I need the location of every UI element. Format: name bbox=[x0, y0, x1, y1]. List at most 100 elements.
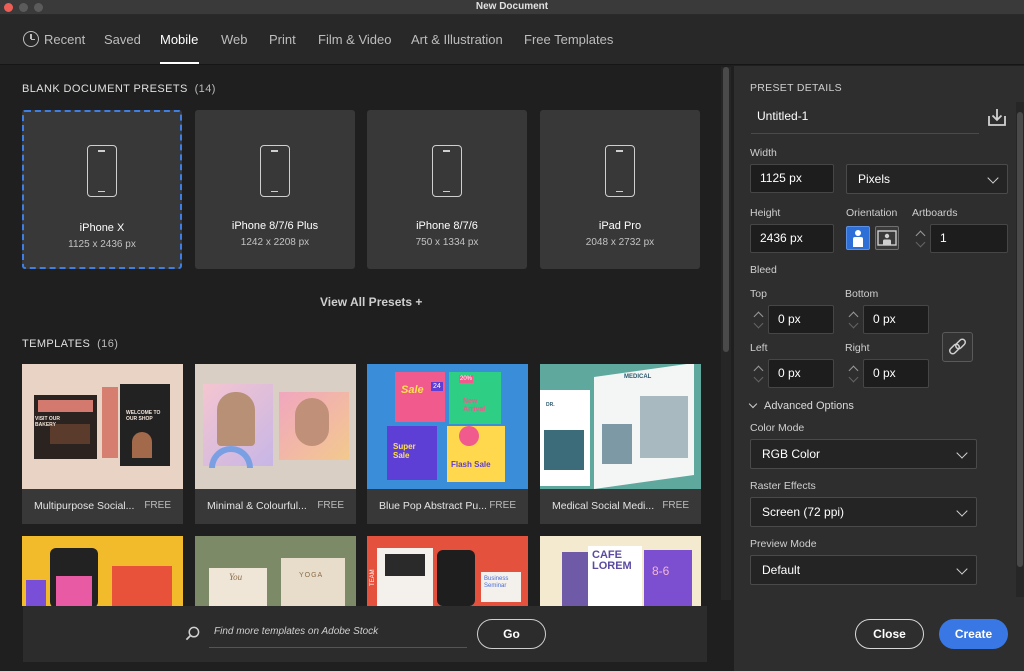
template-card-medical-social-media[interactable]: DR. MEDICAL Medical Social Medi... FREE bbox=[540, 364, 701, 524]
width-label: Width bbox=[750, 147, 777, 159]
stepper-arrows-icon[interactable] bbox=[845, 359, 863, 388]
preset-details-panel: PRESET DETAILS Untitled-1 Width 1125 px … bbox=[734, 66, 1024, 671]
thumb-text: YOGA bbox=[299, 572, 324, 579]
bleed-left-field[interactable]: 0 px bbox=[768, 359, 834, 388]
template-card-minimal-colourful[interactable]: Minimal & Colourful... FREE bbox=[195, 364, 356, 524]
bleed-top-field[interactable]: 0 px bbox=[768, 305, 834, 334]
tab-mobile[interactable]: Mobile bbox=[160, 32, 198, 47]
raster-effects-label: Raster Effects bbox=[750, 480, 816, 492]
chevron-down-icon bbox=[956, 505, 968, 517]
bleed-right-field[interactable]: 0 px bbox=[863, 359, 929, 388]
tab-recent[interactable]: Recent bbox=[44, 32, 85, 47]
width-field[interactable]: 1125 px bbox=[750, 164, 834, 193]
presets-title: BLANK DOCUMENT PRESETS bbox=[22, 83, 188, 95]
templates-section-title: TEMPLATES (16) bbox=[22, 338, 118, 350]
preview-mode-dropdown[interactable]: Default bbox=[750, 555, 977, 585]
artboards-field[interactable]: 1 bbox=[930, 224, 1008, 253]
units-dropdown[interactable]: Pixels bbox=[846, 164, 1008, 194]
units-value: Pixels bbox=[858, 172, 891, 186]
thumb-text: You bbox=[229, 572, 243, 582]
preset-card-iphone-8[interactable]: iPhone 8/7/6 750 x 1334 px bbox=[367, 110, 527, 269]
window-title: New Document bbox=[475, 1, 549, 12]
document-name-field[interactable]: Untitled-1 bbox=[751, 108, 979, 134]
templates-title: TEMPLATES bbox=[22, 338, 91, 350]
raster-effects-dropdown[interactable]: Screen (72 ppi) bbox=[750, 497, 977, 527]
raster-effects-value: Screen (72 ppi) bbox=[762, 505, 845, 519]
tab-art-illustration[interactable]: Art & Illustration bbox=[411, 32, 503, 47]
tab-free-templates[interactable]: Free Templates bbox=[524, 32, 613, 47]
tablet-icon bbox=[605, 145, 635, 197]
view-all-presets-link[interactable]: View All Presets + bbox=[320, 295, 422, 309]
landscape-orientation-button[interactable] bbox=[875, 226, 899, 250]
chevron-down-icon bbox=[956, 447, 968, 459]
template-card-multipurpose-social[interactable]: VISIT OUR BAKERY WELCOME TO OUR SHOP Mul… bbox=[22, 364, 183, 524]
save-preset-icon[interactable] bbox=[986, 106, 1008, 128]
go-button[interactable]: Go bbox=[477, 619, 546, 649]
bleed-right-label: Right bbox=[845, 342, 870, 354]
link-bleed-button[interactable] bbox=[942, 332, 973, 362]
stepper-arrows-icon[interactable] bbox=[750, 359, 768, 388]
template-name: Minimal & Colourful... bbox=[207, 500, 307, 512]
bleed-top-label: Top bbox=[750, 288, 767, 300]
stepper-arrows-icon[interactable] bbox=[750, 305, 768, 334]
thumb-text: VISIT OUR BAKERY bbox=[35, 416, 61, 428]
portrait-orientation-button[interactable] bbox=[846, 226, 870, 250]
details-scrollbar[interactable] bbox=[1016, 102, 1024, 597]
tab-print[interactable]: Print bbox=[269, 32, 296, 47]
stepper-arrows-icon[interactable] bbox=[845, 305, 863, 334]
stepper-arrows-icon[interactable] bbox=[912, 224, 930, 253]
free-badge: FREE bbox=[662, 500, 689, 511]
template-card-row2-2[interactable]: You YOGA bbox=[195, 536, 356, 606]
preset-name: iPhone 8/7/6 bbox=[416, 220, 478, 232]
color-mode-value: RGB Color bbox=[762, 447, 821, 461]
template-thumbnail: DR. MEDICAL bbox=[540, 364, 701, 489]
advanced-options-toggle[interactable]: Advanced Options bbox=[748, 399, 854, 412]
preview-mode-label: Preview Mode bbox=[750, 538, 817, 550]
preset-card-ipad-pro[interactable]: iPad Pro 2048 x 2732 px bbox=[540, 110, 700, 269]
template-name: Blue Pop Abstract Pu... bbox=[379, 500, 487, 512]
color-mode-dropdown[interactable]: RGB Color bbox=[750, 439, 977, 469]
template-card-row2-4[interactable]: CAFE LOREM 8-6 bbox=[540, 536, 701, 606]
preset-name: iPad Pro bbox=[598, 220, 642, 232]
template-thumbnail: Sale 24 20% New Arrival Super Sale Flash… bbox=[367, 364, 528, 489]
thumb-text: New Arrival bbox=[463, 398, 486, 413]
preset-details-header: PRESET DETAILS bbox=[750, 82, 842, 94]
free-badge: FREE bbox=[317, 500, 344, 511]
template-card-row2-3[interactable]: TEAM Business Seminar bbox=[367, 536, 528, 606]
template-thumbnail bbox=[22, 536, 183, 606]
close-button[interactable]: Close bbox=[855, 619, 924, 649]
tab-film-video[interactable]: Film & Video bbox=[318, 32, 391, 47]
templates-scrollbar[interactable] bbox=[721, 67, 731, 600]
thumb-text: TEAM bbox=[370, 569, 376, 586]
preset-size: 2048 x 2732 px bbox=[585, 237, 655, 248]
templates-count: (16) bbox=[97, 338, 119, 350]
preset-name: iPhone 8/7/6 Plus bbox=[231, 220, 319, 232]
preset-size: 1242 x 2208 px bbox=[240, 237, 310, 248]
link-icon bbox=[948, 338, 967, 355]
phone-icon bbox=[432, 145, 462, 197]
active-tab-indicator bbox=[160, 62, 199, 64]
tab-web[interactable]: Web bbox=[221, 32, 248, 47]
bleed-bottom-field[interactable]: 0 px bbox=[863, 305, 929, 334]
stock-search-input[interactable]: Find more templates on Adobe Stock bbox=[214, 626, 378, 637]
bleed-bottom-label: Bottom bbox=[845, 288, 879, 300]
search-icon bbox=[185, 626, 200, 641]
template-card-row2-1[interactable] bbox=[22, 536, 183, 606]
preset-size: 1125 x 2436 px bbox=[68, 239, 136, 250]
preset-card-iphone-x[interactable]: iPhone X 1125 x 2436 px bbox=[22, 110, 182, 269]
thumb-text: 20% bbox=[459, 375, 474, 383]
template-thumbnail: VISIT OUR BAKERY WELCOME TO OUR SHOP bbox=[22, 364, 183, 489]
thumb-text: CAFE LOREM bbox=[592, 549, 632, 572]
preset-size: 750 x 1334 px bbox=[415, 237, 479, 248]
template-thumbnail: TEAM Business Seminar bbox=[367, 536, 528, 606]
advanced-options-label: Advanced Options bbox=[764, 400, 854, 412]
thumb-text: Flash Sale bbox=[451, 460, 491, 469]
template-card-blue-pop-abstract[interactable]: Sale 24 20% New Arrival Super Sale Flash… bbox=[367, 364, 528, 524]
create-button[interactable]: Create bbox=[939, 619, 1008, 649]
thumb-text: WELCOME TO OUR SHOP bbox=[126, 410, 161, 422]
left-panel: BLANK DOCUMENT PRESETS (14) iPhone X 112… bbox=[0, 66, 720, 671]
free-badge: FREE bbox=[489, 500, 516, 511]
tab-saved[interactable]: Saved bbox=[104, 32, 141, 47]
height-field[interactable]: 2436 px bbox=[750, 224, 834, 253]
preset-card-iphone-8-plus[interactable]: iPhone 8/7/6 Plus 1242 x 2208 px bbox=[195, 110, 355, 269]
